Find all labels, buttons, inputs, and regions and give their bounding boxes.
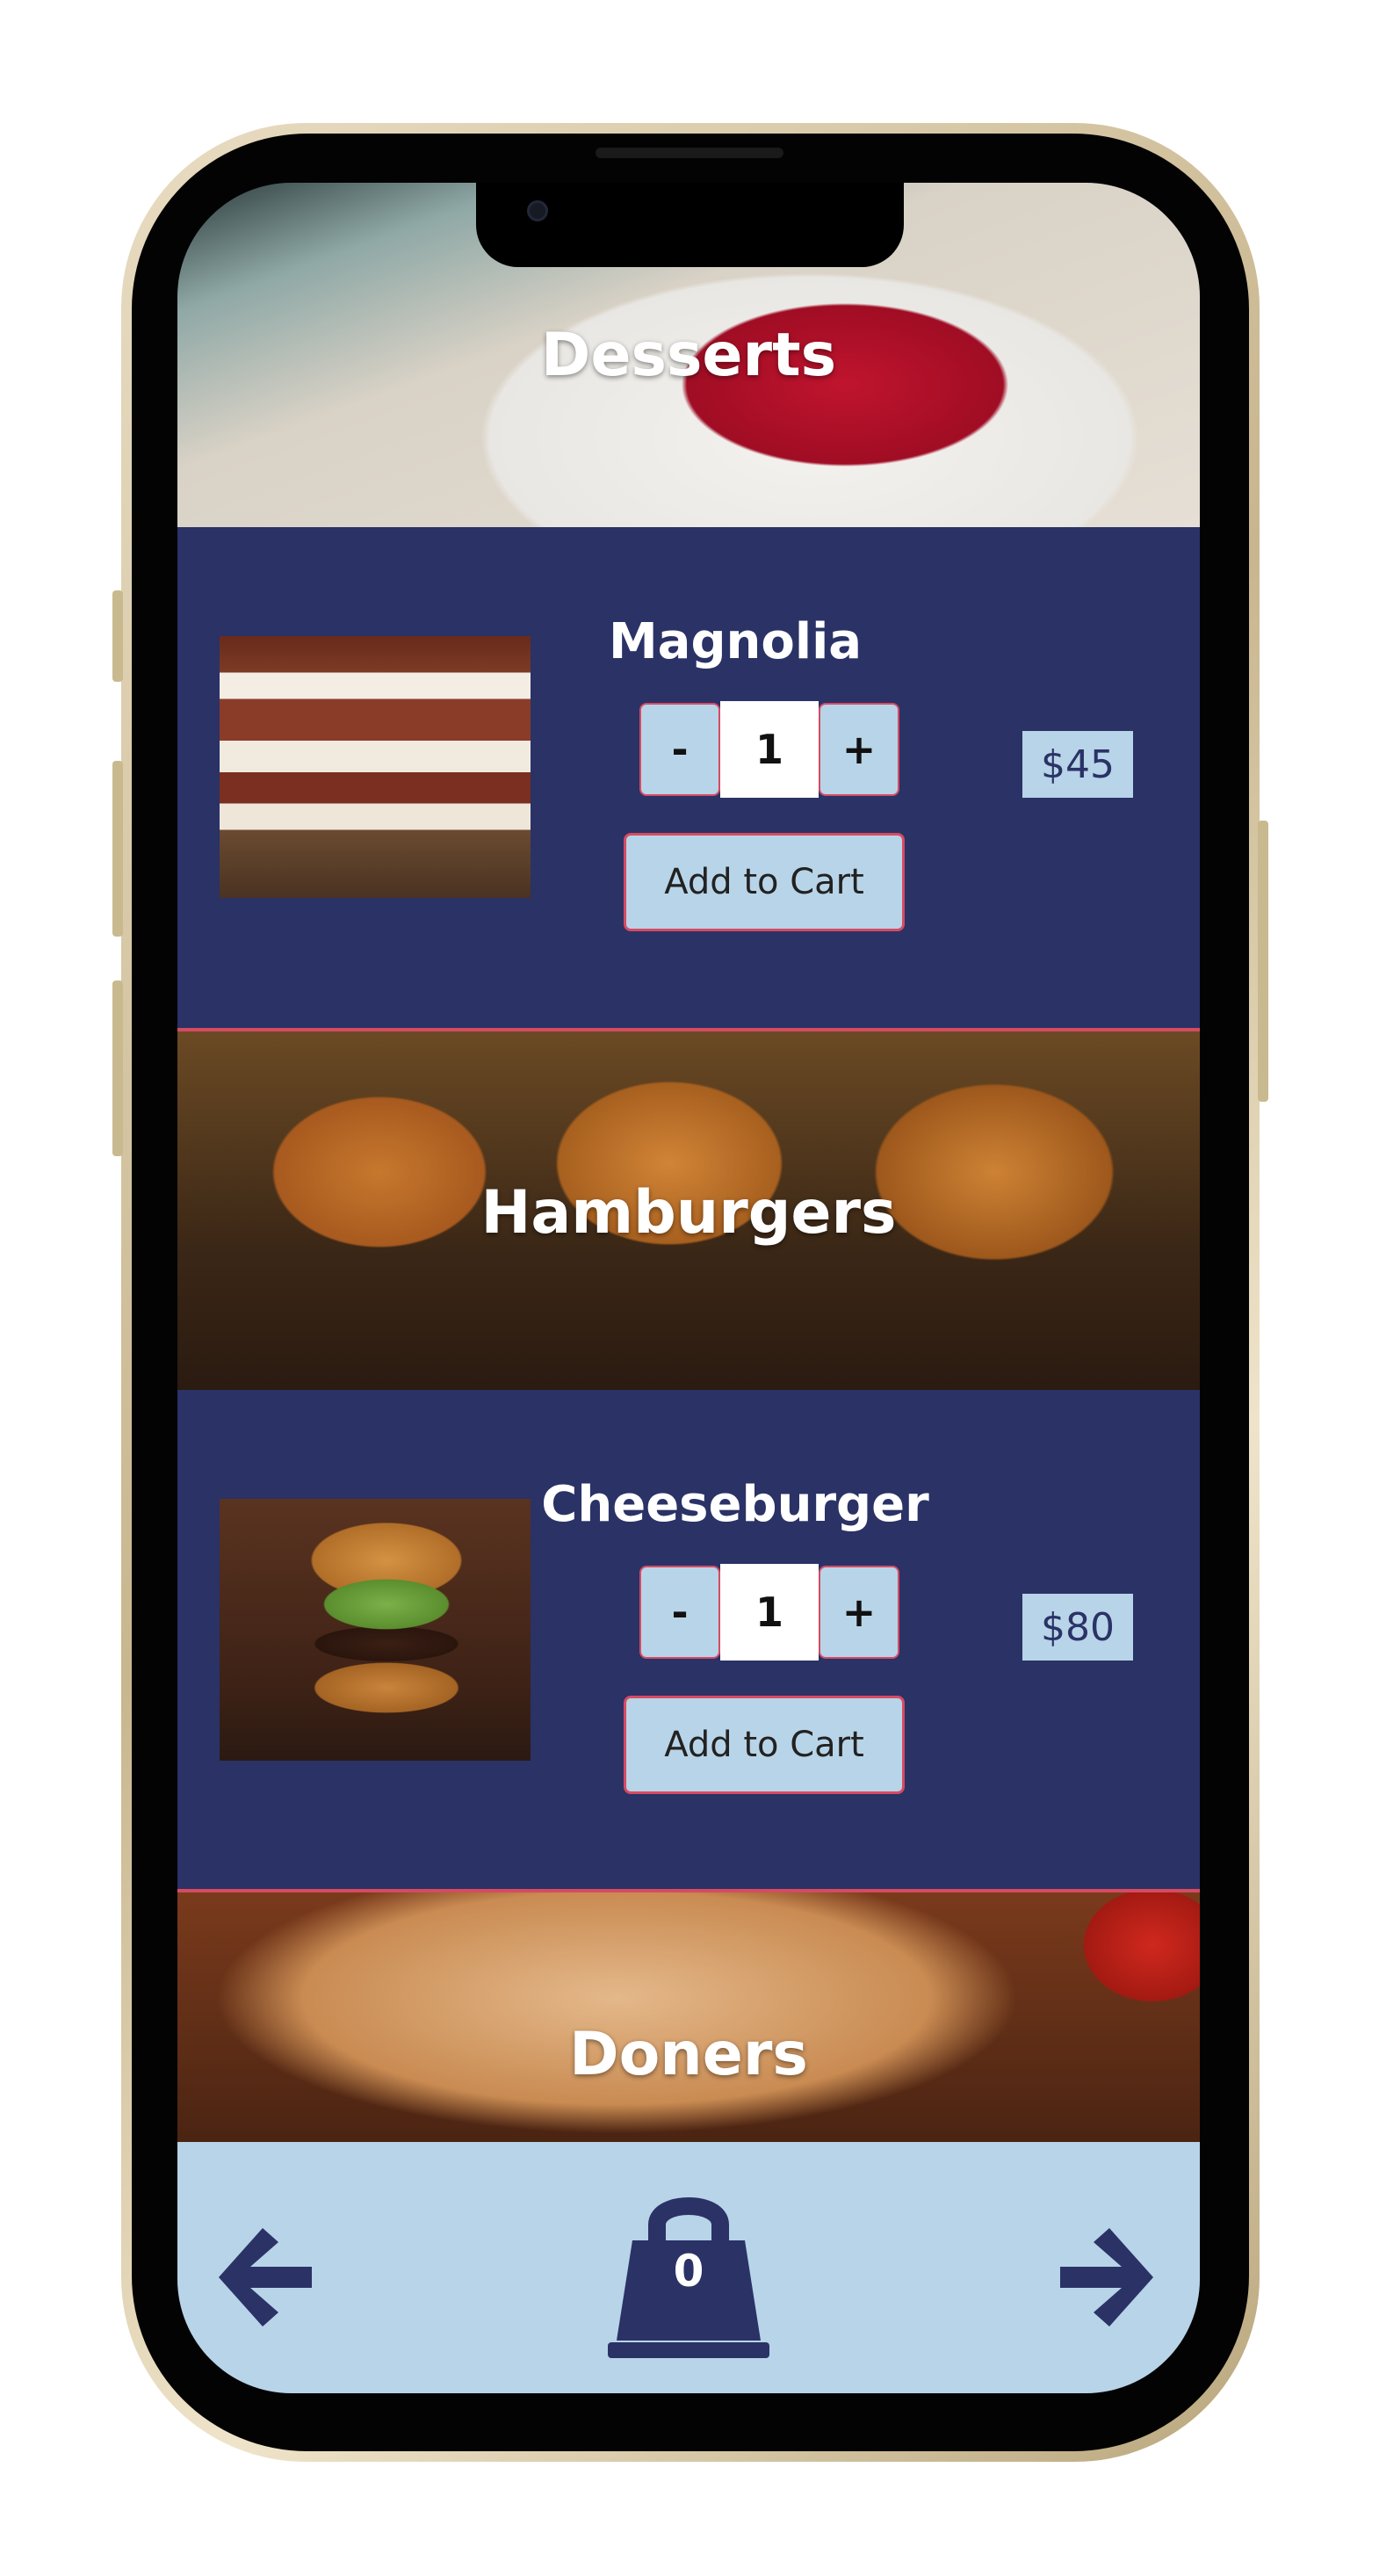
- quantity-value[interactable]: 1: [720, 701, 819, 798]
- increase-quantity-button[interactable]: +: [819, 703, 899, 796]
- add-to-cart-button[interactable]: Add to Cart: [624, 833, 905, 931]
- volume-down-button: [112, 980, 123, 1156]
- category-title: Desserts: [540, 320, 837, 390]
- arrow-right-icon[interactable]: [1054, 2221, 1161, 2334]
- product-card-magnolia: Magnolia - 1 + Add to Cart $45: [177, 527, 1200, 1024]
- category-title: Doners: [569, 2019, 808, 2089]
- product-image-cheeseburger: [220, 1499, 531, 1761]
- cart-count: 0: [673, 2246, 704, 2297]
- product-name: Cheeseburger: [541, 1476, 929, 1533]
- quantity-stepper: - 1 +: [639, 1564, 899, 1662]
- add-to-cart-button[interactable]: Add to Cart: [624, 1696, 905, 1794]
- increase-quantity-button[interactable]: +: [819, 1566, 899, 1659]
- quantity-value[interactable]: 1: [720, 1564, 819, 1661]
- notch: [476, 183, 904, 267]
- category-banner-doners[interactable]: Doners: [177, 1889, 1200, 2145]
- arrow-left-icon[interactable]: [211, 2221, 318, 2334]
- product-price: $45: [1022, 731, 1133, 798]
- mute-switch: [112, 590, 123, 682]
- category-title: Hamburgers: [480, 1177, 897, 1248]
- quantity-stepper: - 1 +: [639, 701, 899, 800]
- app-screen: Desserts Magnolia - 1 + Add to Cart $45 …: [177, 183, 1200, 2393]
- cart-button[interactable]: 0: [603, 2186, 775, 2362]
- bottom-navigation: 0: [177, 2142, 1200, 2393]
- decrease-quantity-button[interactable]: -: [639, 703, 720, 796]
- speaker-grille: [596, 148, 783, 158]
- product-price: $80: [1022, 1594, 1133, 1661]
- product-name: Magnolia: [608, 613, 863, 670]
- product-card-cheeseburger: Cheeseburger - 1 + Add to Cart $80: [177, 1390, 1200, 1887]
- product-image-magnolia: [220, 636, 531, 898]
- front-camera: [527, 200, 548, 221]
- decrease-quantity-button[interactable]: -: [639, 1566, 720, 1659]
- volume-up-button: [112, 761, 123, 937]
- power-button: [1258, 821, 1268, 1102]
- category-banner-hamburgers[interactable]: Hamburgers: [177, 1028, 1200, 1393]
